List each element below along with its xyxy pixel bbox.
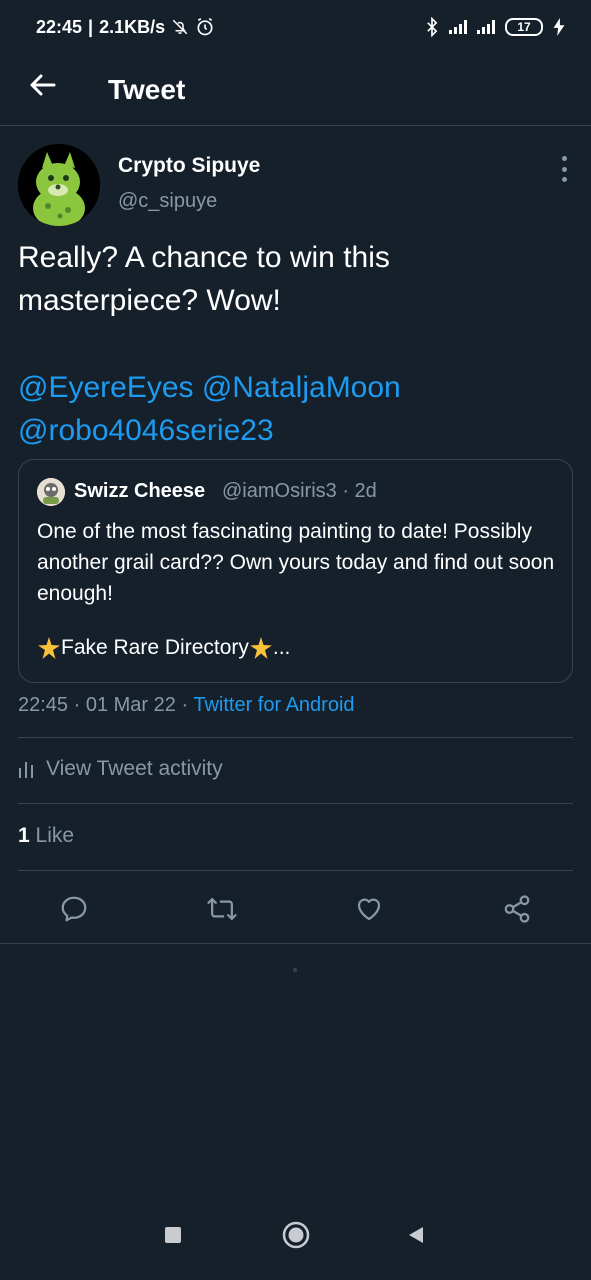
divider (18, 803, 573, 804)
status-time: 22:45 (36, 16, 83, 37)
author-avatar-image (18, 144, 100, 226)
quoted-footer-text: Fake Rare Directory (61, 636, 249, 659)
divider (18, 870, 573, 871)
more-dot (561, 177, 567, 182)
status-speed: 2.1KB/s (99, 16, 166, 37)
like-button[interactable] (354, 894, 384, 924)
quoted-author-name: Swizz Cheese (74, 480, 206, 502)
quoted-meta: @iamOsiris3 · 2d (222, 480, 377, 503)
recent-apps-button[interactable] (158, 1220, 188, 1250)
reply-button[interactable] (59, 894, 89, 924)
charging-icon (553, 18, 565, 36)
activity-label: View Tweet activity (46, 757, 223, 780)
signal-icon (449, 20, 467, 34)
meta-separator: · (73, 694, 86, 716)
status-right: 17 (425, 17, 565, 37)
battery-indicator: 17 (505, 18, 543, 36)
heart-icon (357, 898, 381, 921)
view-activity-button[interactable]: View Tweet activity (18, 757, 223, 781)
status-bar: 22:45 | 2.1KB/s 17 (0, 0, 591, 54)
likes-label: Like (35, 824, 75, 847)
quoted-avatar (37, 478, 65, 506)
reply-icon (61, 896, 87, 922)
tweet-source-link[interactable]: Twitter for Android (193, 694, 354, 716)
back-button[interactable] (28, 70, 58, 100)
tweet-mentions[interactable]: @EyereEyes @NataljaMoon @robo4046serie23 (18, 366, 573, 452)
quoted-handle: @iamOsiris3 (222, 480, 337, 502)
mentions-line-1[interactable]: @EyereEyes @NataljaMoon (18, 366, 573, 409)
share-icon (504, 895, 530, 923)
likes-count: 1 (18, 824, 30, 847)
status-left: 22:45 | 2.1KB/s (36, 17, 215, 38)
signal-icon (477, 20, 495, 34)
home-circle-icon (282, 1221, 310, 1249)
divider (18, 737, 573, 738)
retweet-button[interactable] (206, 894, 237, 924)
author-handle[interactable]: @c_sipuye (118, 190, 217, 213)
quoted-ellipsis: ... (272, 636, 291, 659)
likes-count-link[interactable]: 1 Like (18, 824, 74, 848)
mentions-line-2[interactable]: @robo4046serie23 (18, 409, 573, 452)
avatar[interactable] (18, 144, 100, 226)
sparkle-icon (249, 637, 272, 659)
top-bar: Tweet (0, 54, 591, 126)
tweet-meta: 22:45 · 01 Mar 22 · Twitter for Android (18, 694, 355, 717)
tweet-date: 01 Mar 22 (85, 694, 176, 716)
more-dot (561, 166, 567, 172)
bell-off-icon (172, 19, 188, 35)
author-name[interactable]: Crypto Sipuye (118, 154, 260, 178)
bar-chart-icon (19, 762, 33, 778)
system-back-button[interactable] (401, 1220, 431, 1250)
quoted-avatar-image (37, 478, 65, 506)
more-options-button[interactable] (559, 156, 569, 182)
system-nav-bar (0, 1206, 591, 1280)
quoted-separator: · (342, 480, 355, 502)
square-icon (165, 1227, 181, 1243)
home-button[interactable] (281, 1220, 311, 1250)
tweet-text: Really? A chance to win this masterpiece… (18, 241, 390, 317)
action-bar (0, 872, 591, 944)
meta-separator: · (181, 694, 194, 716)
triangle-back-icon (409, 1227, 423, 1243)
quoted-tweet[interactable]: Swizz Cheese @iamOsiris3 · 2d One of the… (18, 459, 573, 683)
battery-level: 17 (517, 20, 531, 34)
sparkle-icon (38, 637, 60, 659)
bluetooth-icon (427, 17, 438, 37)
quoted-age: 2d (354, 480, 377, 502)
more-dot (561, 156, 567, 161)
page-title: Tweet (108, 73, 186, 105)
share-button[interactable] (502, 894, 532, 924)
quoted-footer: Fake Rare Directory ... (37, 636, 290, 660)
tweet-time: 22:45 (18, 694, 69, 716)
status-divider: | (88, 16, 94, 37)
back-arrow-icon (30, 74, 56, 96)
loading-dot (293, 968, 297, 972)
quoted-text: One of the most fascinating painting to … (37, 520, 555, 605)
alarm-icon (197, 17, 213, 36)
retweet-icon (207, 898, 237, 920)
